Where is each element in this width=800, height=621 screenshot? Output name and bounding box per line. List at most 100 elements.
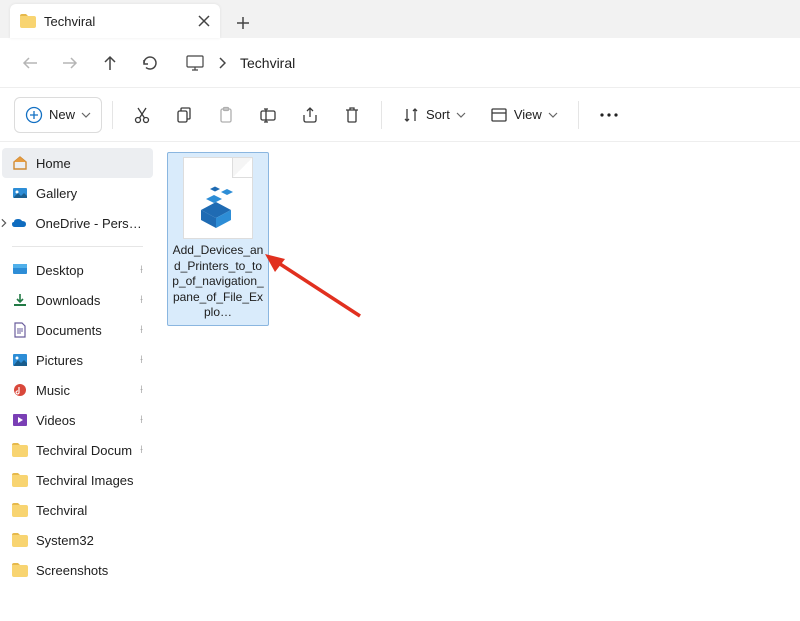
sidebar-home[interactable]: Home (2, 148, 153, 178)
music-icon (12, 382, 28, 398)
sidebar-label: Techviral Docum (36, 443, 132, 458)
more-button[interactable] (589, 97, 629, 133)
arrow-right-icon (61, 54, 79, 72)
copy-button[interactable] (165, 97, 203, 133)
pin-icon: ⟊ (140, 414, 143, 427)
sidebar-item-pictures[interactable]: Pictures ⟊ (2, 345, 153, 375)
file-thumbnail (183, 157, 253, 239)
sidebar-item-music[interactable]: Music ⟊ (2, 375, 153, 405)
sidebar-label: Techviral Images (36, 473, 134, 488)
rename-icon (259, 106, 277, 124)
sidebar-item-folder[interactable]: Screenshots (2, 555, 153, 585)
delete-icon (343, 106, 361, 124)
share-icon (301, 106, 319, 124)
arrow-left-icon (21, 54, 39, 72)
sidebar-item-documents[interactable]: Documents ⟊ (2, 315, 153, 345)
refresh-button[interactable] (140, 53, 160, 73)
copy-icon (175, 106, 193, 124)
arrow-up-icon (101, 54, 119, 72)
new-tab-button[interactable] (228, 8, 258, 38)
nav-bar: Techviral (0, 38, 800, 88)
monitor-icon (186, 55, 204, 71)
sort-button[interactable]: Sort (392, 97, 476, 133)
forward-button[interactable] (60, 53, 80, 73)
pin-icon: ⟊ (140, 264, 143, 277)
cut-button[interactable] (123, 97, 161, 133)
sidebar-item-videos[interactable]: Videos ⟊ (2, 405, 153, 435)
sidebar-item-downloads[interactable]: Downloads ⟊ (2, 285, 153, 315)
separator (381, 101, 382, 129)
cut-icon (133, 106, 151, 124)
documents-icon (12, 322, 28, 338)
plus-circle-icon (25, 106, 43, 124)
sidebar-gallery[interactable]: Gallery (2, 178, 153, 208)
sidebar-item-folder[interactable]: Techviral Docum ⟊ (2, 435, 153, 465)
view-button[interactable]: View (480, 97, 568, 133)
videos-icon (12, 412, 28, 428)
folder-icon (12, 562, 28, 578)
share-button[interactable] (291, 97, 329, 133)
tab-bar: Techviral (0, 0, 800, 38)
rename-button[interactable] (249, 97, 287, 133)
breadcrumb-current: Techviral (240, 55, 295, 71)
folder-icon (20, 14, 36, 28)
folder-icon (12, 472, 28, 488)
tab-techviral[interactable]: Techviral (10, 4, 220, 38)
pin-icon: ⟊ (140, 384, 143, 397)
gallery-icon (12, 185, 28, 201)
up-button[interactable] (100, 53, 120, 73)
refresh-icon (141, 54, 159, 72)
address-bar[interactable]: Techviral (180, 55, 780, 71)
pin-icon: ⟊ (140, 444, 143, 457)
view-icon (490, 106, 508, 124)
sort-icon (402, 106, 420, 124)
sidebar-onedrive[interactable]: OneDrive - Persona (0, 208, 153, 238)
downloads-icon (12, 292, 28, 308)
sidebar-label: Pictures (36, 353, 83, 368)
chevron-down-icon (456, 110, 466, 120)
folder-icon (12, 502, 28, 518)
chevron-right-icon (218, 57, 226, 69)
divider (12, 246, 143, 247)
close-icon[interactable] (198, 15, 210, 27)
sidebar-item-folder[interactable]: System32 (2, 525, 153, 555)
separator (112, 101, 113, 129)
chevron-down-icon (81, 110, 91, 120)
sidebar-label: Music (36, 383, 70, 398)
back-button[interactable] (20, 53, 40, 73)
new-label: New (49, 107, 75, 122)
toolbar: New Sort View (0, 88, 800, 142)
pin-icon: ⟊ (140, 354, 143, 367)
folder-icon (12, 442, 28, 458)
sidebar-item-desktop[interactable]: Desktop ⟊ (2, 255, 153, 285)
sidebar-label: Gallery (36, 186, 77, 201)
separator (578, 101, 579, 129)
annotation-arrow (265, 254, 365, 324)
more-icon (599, 112, 619, 118)
chevron-right-icon (0, 218, 7, 228)
sidebar-label: Videos (36, 413, 76, 428)
registry-icon (192, 182, 242, 232)
sidebar-label: Desktop (36, 263, 84, 278)
sidebar-item-folder[interactable]: Techviral (2, 495, 153, 525)
paste-button[interactable] (207, 97, 245, 133)
chevron-down-icon (548, 110, 558, 120)
sidebar: Home Gallery OneDrive - Persona Desktop … (0, 142, 155, 621)
pin-icon: ⟊ (140, 294, 143, 307)
onedrive-icon (11, 215, 27, 231)
sort-label: Sort (426, 107, 450, 122)
pictures-icon (12, 352, 28, 368)
plus-icon (236, 16, 250, 30)
home-icon (12, 155, 28, 171)
delete-button[interactable] (333, 97, 371, 133)
paste-icon (217, 106, 235, 124)
file-item[interactable]: Add_Devices_and_Printers_to_top_of_navig… (167, 152, 269, 326)
tab-title: Techviral (44, 14, 190, 29)
view-label: View (514, 107, 542, 122)
main-pane[interactable]: Add_Devices_and_Printers_to_top_of_navig… (155, 142, 800, 621)
sidebar-label: Techviral (36, 503, 87, 518)
sidebar-label: OneDrive - Persona (35, 216, 143, 231)
sidebar-item-folder[interactable]: Techviral Images (2, 465, 153, 495)
new-button[interactable]: New (14, 97, 102, 133)
sidebar-label: Downloads (36, 293, 100, 308)
